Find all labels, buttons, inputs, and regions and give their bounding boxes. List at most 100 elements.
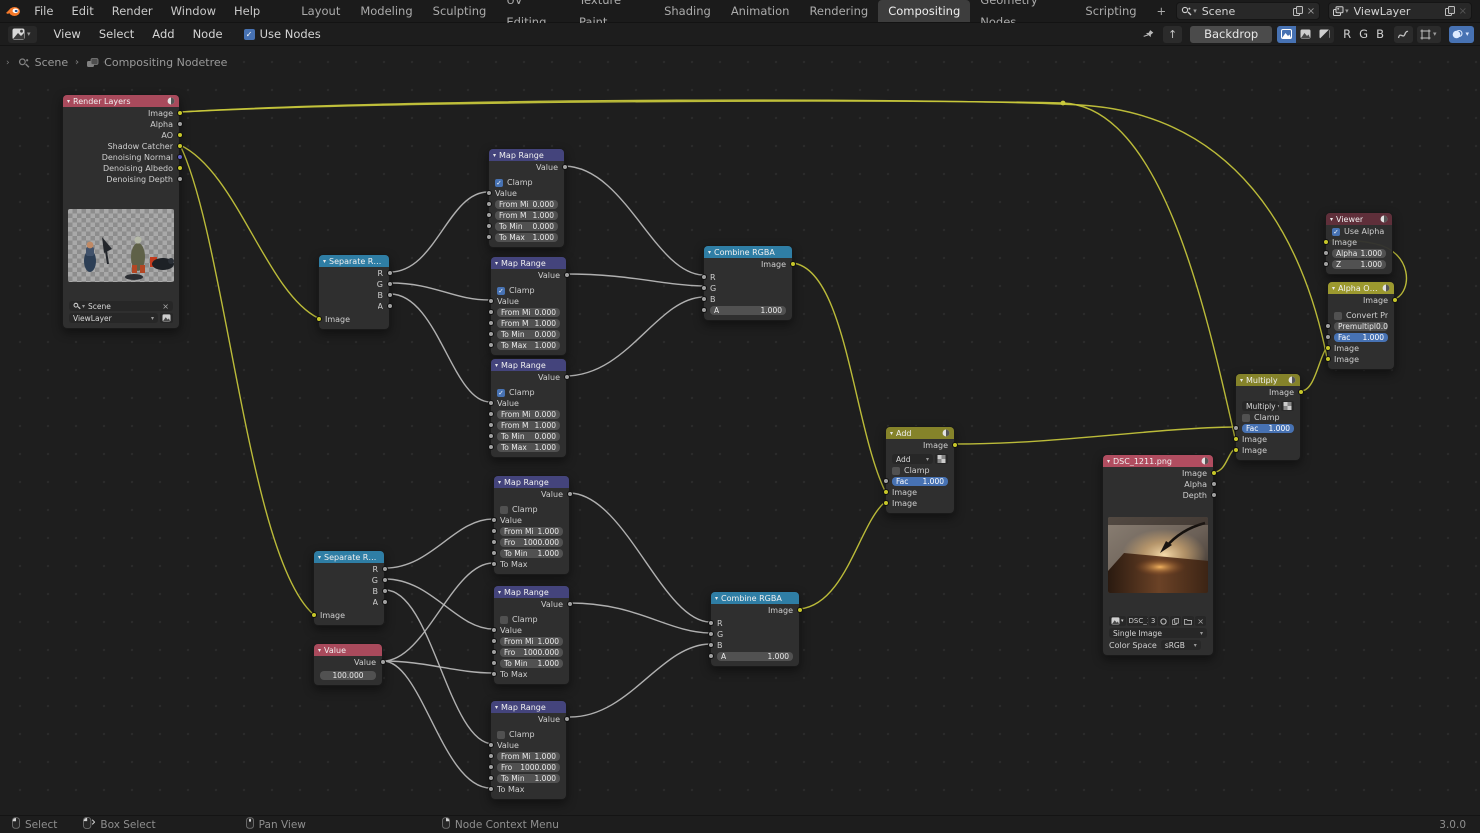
editor-menu-select[interactable]: Select [90,23,143,45]
output-socket[interactable] [380,659,386,665]
input-socket[interactable] [488,753,494,759]
editor-menu-node[interactable]: Node [184,23,232,45]
value-field-to-min[interactable]: To Min0.000 [489,221,564,232]
input-socket[interactable] [488,342,494,348]
input-socket[interactable] [708,631,714,637]
input-socket[interactable] [488,331,494,337]
factor-slider[interactable]: Fac1.000 [1328,332,1394,343]
use-nodes-toggle[interactable]: ✓ Use Nodes [244,27,321,41]
node-separate-rgba-1[interactable]: ▾Separate RGBARGBAImage [318,254,390,330]
input-socket[interactable] [488,309,494,315]
value-field-to-max[interactable]: To Max1.000 [491,340,566,351]
input-socket[interactable] [708,620,714,626]
collapse-icon[interactable]: ▾ [495,362,498,369]
checkbox-row-clamp[interactable]: ✓Clamp [491,285,566,296]
tab-scripting[interactable]: Scripting [1075,0,1146,22]
input-socket[interactable] [491,561,497,567]
output-socket[interactable] [177,176,183,182]
output-socket[interactable] [382,566,388,572]
input-socket[interactable] [491,550,497,556]
menu-edit[interactable]: Edit [62,0,102,22]
input-socket[interactable] [488,786,494,792]
scene-selector[interactable]: ▾ Scene × [1176,2,1320,20]
output-socket[interactable] [177,121,183,127]
output-socket[interactable] [567,601,573,607]
input-socket[interactable] [491,627,497,633]
value-field-premultipl[interactable]: Premultipl0.000 [1328,321,1394,332]
node-image-dsc-1211[interactable]: ▾DSC_1211.pngImageAlphaDepth▾DSC_121..3×… [1102,454,1214,656]
value-field-to-min[interactable]: To Min1.000 [494,548,569,559]
value-field-from-mi[interactable]: From Mi1.000 [491,751,566,762]
node-header[interactable]: ▾Value [314,644,382,656]
editor-menu-view[interactable]: View [45,23,90,45]
checkbox-row-clamp[interactable]: Clamp [491,729,566,740]
value-field-a[interactable]: A1.000 [711,651,799,662]
value-field-from-m[interactable]: From M1.000 [491,318,566,329]
input-socket[interactable] [701,296,707,302]
output-socket[interactable] [1211,470,1217,476]
node-header[interactable]: ▾Map Range [491,359,566,371]
image-alpha-icon[interactable] [1296,26,1315,43]
image-alpha-only-icon[interactable] [1315,26,1334,43]
input-socket[interactable] [488,444,494,450]
colorspace-dropdown[interactable]: sRGB▾ [1161,640,1201,650]
editor-menu-add[interactable]: Add [143,23,183,45]
input-socket[interactable] [1325,323,1331,329]
output-socket[interactable] [564,716,570,722]
viewlayer-name[interactable]: ViewLayer [1349,5,1441,18]
value-field-from-mi[interactable]: From Mi0.000 [489,199,564,210]
output-socket[interactable] [387,303,393,309]
input-socket[interactable] [488,764,494,770]
collapse-icon[interactable]: ▾ [1332,285,1335,292]
parent-up-button[interactable]: ↑ [1163,26,1182,43]
node-map-range-3[interactable]: ▾Map RangeValue✓ClampValueFrom Mi0.000Fr… [490,358,567,458]
value-field-fro[interactable]: Fro1000.000 [491,762,566,773]
collapse-icon[interactable]: ▾ [890,430,893,437]
node-multiply[interactable]: ▾MultiplyImageMultiply▾ClampFac1.000Imag… [1235,373,1301,461]
value-field-z[interactable]: Z1.000 [1326,259,1392,270]
close-icon[interactable]: × [1459,6,1467,17]
value-field-fro[interactable]: Fro1000.000 [494,647,569,658]
snap-grid-dropdown[interactable]: ▾ [1417,26,1442,43]
node-header[interactable]: ▾Add [886,427,954,439]
output-socket[interactable] [382,599,388,605]
input-socket[interactable] [883,478,889,484]
input-socket[interactable] [491,539,497,545]
value-field-from-mi[interactable]: From Mi0.000 [491,409,566,420]
checkbox-row-clamp[interactable]: Clamp [886,465,954,476]
output-socket[interactable] [382,577,388,583]
expand-arrow-icon[interactable]: › [6,58,10,68]
value-field-fro[interactable]: Fro1000.000 [494,537,569,548]
output-socket[interactable] [1211,492,1217,498]
input-socket[interactable] [491,517,497,523]
node-header[interactable]: ▾Map Range [494,586,569,598]
input-socket[interactable] [488,433,494,439]
input-socket[interactable] [488,400,494,406]
input-socket[interactable] [316,316,322,322]
new-copy-icon[interactable] [1445,6,1455,16]
checkbox-row-clamp[interactable]: ✓Clamp [491,387,566,398]
checkbox-row-clamp[interactable]: ✓Clamp [489,177,564,188]
node-map-range-2[interactable]: ▾Map RangeValue✓ClampValueFrom Mi0.000Fr… [490,256,567,356]
menu-render[interactable]: Render [103,0,162,22]
input-socket[interactable] [488,422,494,428]
scene-picker[interactable]: ▾Scene× [69,301,173,311]
factor-slider[interactable]: Fac1.000 [886,476,954,487]
material-preview-sphere-icon[interactable] [1201,457,1209,465]
checker-texture-button[interactable] [935,454,948,464]
output-socket[interactable] [177,132,183,138]
node-header[interactable]: ▾Viewer [1326,213,1392,225]
input-socket[interactable] [1325,334,1331,340]
input-socket[interactable] [701,274,707,280]
output-socket[interactable] [952,442,958,448]
collapse-icon[interactable]: ▾ [1107,458,1110,465]
collapse-icon[interactable]: ▾ [715,595,718,602]
value-field-from-mi[interactable]: From Mi0.000 [491,307,566,318]
node-header[interactable]: ▾Render Layers [63,95,179,107]
input-socket[interactable] [701,307,707,313]
node-map-range-5[interactable]: ▾Map RangeValueClampValueFrom Mi1.000Fro… [493,585,570,685]
collapse-icon[interactable]: ▾ [1330,216,1333,223]
output-socket[interactable] [387,281,393,287]
overlays-dropdown[interactable]: ▾ [1449,26,1474,43]
node-combine-rgba-2[interactable]: ▾Combine RGBAImageRGBA1.000 [710,591,800,667]
